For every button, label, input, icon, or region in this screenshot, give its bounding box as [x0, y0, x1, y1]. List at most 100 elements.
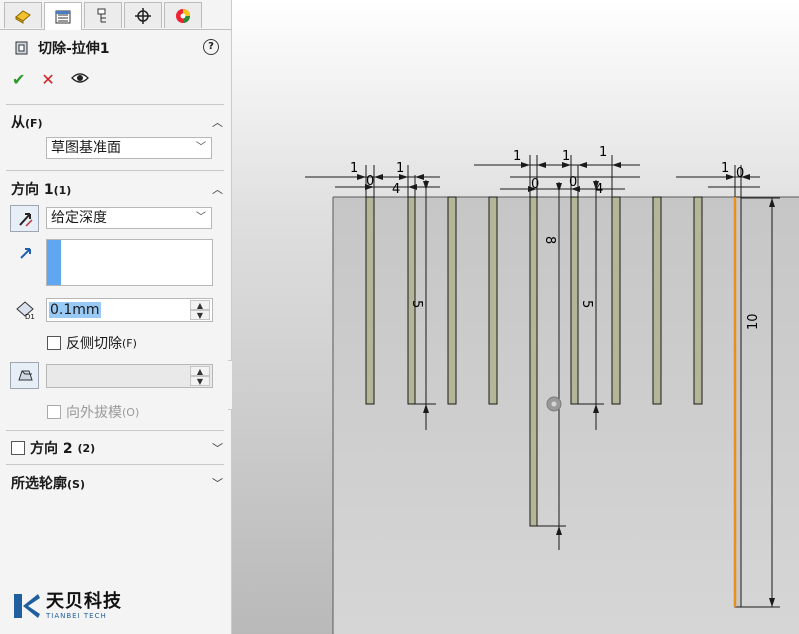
slot[interactable] — [652, 196, 662, 405]
divider — [6, 104, 224, 105]
slot[interactable] — [488, 196, 498, 405]
help-icon[interactable]: ? — [203, 39, 219, 55]
feature-title: 切除-拉伸1 — [38, 41, 110, 57]
dim-label[interactable]: 0 — [366, 174, 374, 189]
dim-label[interactable]: 10 — [746, 313, 761, 330]
chevron-down-icon[interactable]: ﹀ — [212, 440, 223, 456]
depth-value: 0.1mm — [49, 302, 101, 318]
feature-manager-icon — [15, 9, 31, 24]
from-section-title[interactable]: 从(F) — [11, 112, 43, 132]
chevron-down-icon: ﹀ — [196, 212, 206, 223]
dim-label[interactable]: 1 — [562, 149, 570, 164]
dim-label[interactable]: 5 — [409, 300, 424, 308]
end-condition-select[interactable]: 给定深度 ﹀ — [46, 207, 212, 229]
dim-label[interactable]: 1 — [599, 145, 607, 160]
increment-arrow-icon[interactable]: ▲ — [190, 366, 210, 376]
cancel-x-icon[interactable]: ✕ — [41, 70, 54, 89]
feature-header: 切除-拉伸1 ? — [14, 38, 219, 58]
checkbox-box[interactable] — [11, 441, 25, 455]
configuration-manager-tab[interactable] — [84, 2, 122, 28]
chevron-up-icon[interactable]: ︿ — [212, 181, 223, 197]
draft-angle-stepper[interactable]: ▲ ▼ — [190, 366, 210, 386]
from-select-value: 草图基准面 — [51, 140, 121, 156]
dim-label[interactable]: 1 — [350, 161, 358, 176]
from-shortcut: (F) — [25, 117, 43, 130]
draft-outward-checkbox[interactable]: 向外拔模 (O) — [47, 402, 139, 422]
from-title-text: 从 — [11, 115, 25, 131]
slot[interactable] — [611, 196, 621, 405]
dim-label[interactable]: 5 — [579, 300, 594, 308]
divider — [6, 464, 224, 465]
chevron-down-icon: ﹀ — [196, 142, 206, 153]
contours-shortcut: (S) — [67, 478, 85, 491]
graphics-viewport[interactable]: 1 1 0 4 1 1 1 0 0 4 1 0 5 8 5 10 — [232, 0, 799, 634]
dim-label[interactable]: 0 — [569, 175, 577, 190]
decrement-arrow-icon[interactable]: ▼ — [190, 376, 210, 386]
slot[interactable] — [693, 196, 703, 405]
flip-side-label: 反侧切除 — [66, 336, 122, 352]
dimxpert-icon — [135, 7, 151, 24]
decrement-arrow-icon[interactable]: ▼ — [190, 310, 210, 320]
chevron-down-icon[interactable]: ﹀ — [212, 475, 223, 491]
feature-manager-tab[interactable] — [4, 2, 42, 28]
divider — [6, 170, 224, 171]
dim-label[interactable]: 4 — [595, 182, 603, 197]
display-manager-icon — [176, 8, 190, 23]
action-buttons: ✔ ✕ — [12, 70, 89, 89]
dim-label[interactable]: 0 — [736, 166, 744, 181]
draft-toggle-button[interactable] — [10, 362, 39, 389]
chevron-up-icon[interactable]: ︿ — [212, 114, 223, 130]
draft-icon — [17, 370, 33, 380]
dim-label[interactable]: 1 — [396, 161, 404, 176]
cut-extrude-icon — [15, 41, 28, 55]
from-select[interactable]: 草图基准面 ﹀ — [46, 137, 212, 159]
dim-label[interactable]: 4 — [392, 182, 400, 197]
checkbox-box[interactable] — [47, 336, 61, 350]
end-condition-value: 给定深度 — [51, 210, 107, 226]
draft-angle-input[interactable]: ▲ ▼ — [46, 364, 213, 388]
depth-stepper[interactable]: ▲ ▼ — [190, 300, 210, 320]
reverse-direction-icon — [18, 212, 33, 227]
part-face — [333, 197, 799, 634]
logo-english-text: TIANBEI TECH — [46, 612, 107, 620]
direction-arrow-icon — [18, 245, 34, 265]
slot[interactable] — [447, 196, 457, 405]
configuration-manager-icon — [97, 8, 106, 22]
slot[interactable] — [365, 196, 375, 405]
origin-point — [546, 396, 562, 412]
contours-section-title[interactable]: 所选轮廓(S) — [11, 473, 85, 493]
contours-title-text: 所选轮廓 — [11, 476, 67, 492]
checkbox-box[interactable] — [47, 405, 61, 419]
preview-eye-icon[interactable] — [70, 70, 89, 89]
draft-outward-label: 向外拔模 — [66, 405, 122, 421]
brand-logo: 天贝科技 TIANBEI TECH — [12, 592, 122, 620]
property-manager: 切除-拉伸1 ? ✔ ✕ 从(F) ︿ 草图基准面 ﹀ 方向 1(1) ︿ 给定… — [0, 0, 232, 634]
draft-outward-shortcut: (O) — [122, 405, 140, 419]
direction1-title-text: 方向 1 — [11, 182, 54, 198]
slot[interactable] — [529, 196, 538, 527]
depth-input[interactable]: 0.1mm ▲ ▼ — [46, 298, 213, 322]
direction-reference-list[interactable] — [46, 239, 213, 286]
display-manager-tab[interactable] — [164, 2, 202, 28]
flip-side-checkbox[interactable]: 反侧切除 (F) — [47, 333, 137, 353]
manager-tabs — [0, 0, 231, 30]
svg-text:D1: D1 — [25, 313, 35, 320]
dim-label[interactable]: 1 — [513, 149, 521, 164]
dim-label[interactable]: 0 — [531, 177, 539, 192]
selection-focus-bar — [47, 240, 61, 285]
direction2-title-text: 方向 2 — [30, 441, 73, 457]
ok-checkmark-icon[interactable]: ✔ — [12, 70, 25, 89]
dimxpert-tab[interactable] — [124, 2, 162, 28]
logo-chinese-text: 天贝科技 — [46, 591, 122, 612]
reverse-direction-button[interactable] — [10, 205, 39, 232]
divider — [6, 430, 224, 431]
dim-label[interactable]: 8 — [542, 236, 557, 244]
property-manager-tab[interactable] — [44, 2, 82, 30]
slot[interactable] — [570, 196, 579, 405]
direction1-section-title[interactable]: 方向 1(1) — [11, 179, 71, 199]
depth-icon: D1 — [14, 300, 36, 324]
dim-label[interactable]: 1 — [721, 161, 729, 176]
increment-arrow-icon[interactable]: ▲ — [190, 300, 210, 310]
direction1-shortcut: (1) — [53, 184, 72, 197]
direction2-checkbox[interactable]: 方向 2 (2) — [11, 438, 95, 458]
